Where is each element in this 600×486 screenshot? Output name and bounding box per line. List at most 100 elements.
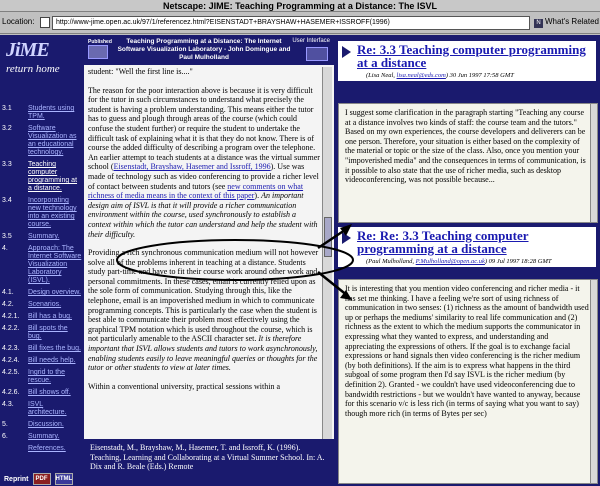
toc-item[interactable]: 4.3. ISVL architecture. — [2, 401, 84, 417]
toc-number: 3.1 — [2, 105, 12, 112]
toc-number: 4.2.1. — [2, 313, 20, 320]
toc-item[interactable]: References. — [2, 445, 84, 453]
toc-link[interactable]: Teaching computer programming at a dista… — [28, 161, 82, 193]
article-title: Teaching Programming at a Distance: The … — [117, 38, 291, 61]
comments-frame: Re: 3.3 Teaching computer programming at… — [334, 35, 600, 486]
comment-title-link[interactable]: Re: Re: 3.3 Teaching computer programmin… — [357, 229, 592, 255]
toc-link[interactable]: Design overview. — [28, 289, 82, 297]
toc-number: 3.4 — [2, 197, 12, 204]
paragraph: The reason for the poor interaction abov… — [88, 85, 320, 239]
reprint-label: Reprint — [4, 475, 29, 483]
window-title: Netscape: JIME: Teaching Programming at … — [0, 0, 600, 12]
toc-link[interactable]: Bill fixes the bug. — [28, 345, 82, 353]
toc-link[interactable]: Ingrid to the rescue. — [28, 369, 82, 385]
toc-number: 3.2 — [2, 125, 12, 132]
toc-link[interactable]: Bill spots the bug. — [28, 325, 82, 341]
pdf-icon[interactable]: PDF — [32, 473, 51, 485]
toc-number: 4.1. — [2, 289, 14, 296]
toc-number: 4. — [2, 245, 8, 252]
toc-item[interactable]: 4.2.5. Ingrid to the rescue. — [2, 369, 84, 385]
toc-link[interactable]: Software Visualization as an educational… — [28, 125, 82, 157]
comment-meta: (Lisa Neal, lisa.neal@eds.com) 30 Jun 19… — [366, 72, 514, 79]
toc-number: 4.2.5. — [2, 369, 20, 376]
arrow-icon — [342, 46, 351, 58]
comment-header: Re: Re: 3.3 Teaching computer programmin… — [338, 227, 596, 267]
url-input[interactable]: http://www-jime.open.ac.uk/97/1/referenc… — [52, 16, 530, 30]
toc-item[interactable]: 4.2.4. Bill needs help. — [2, 357, 84, 365]
toc-item[interactable]: 4.2. Scenarios. — [2, 301, 84, 309]
toc-number: 4.3. — [2, 401, 14, 408]
scroll-thumb[interactable] — [324, 217, 332, 257]
toc-item[interactable]: 4.2.2. Bill spots the bug. — [2, 325, 84, 341]
toc-number: 4.2.6. — [2, 389, 20, 396]
toc-item[interactable]: 3.4 Incorporating new technology into an … — [2, 197, 84, 229]
toc-link[interactable]: Discussion. — [28, 421, 82, 429]
toc-number: 3.3 — [2, 161, 12, 168]
toc-number: 6. — [2, 433, 8, 440]
toc-link[interactable]: Bill needs help. — [28, 357, 82, 365]
html-icon[interactable]: HTML — [54, 473, 73, 485]
comment-body: I suggest some clarification in the para… — [338, 103, 596, 223]
toc-item[interactable]: 4.2.3. Bill fixes the bug. — [2, 345, 84, 353]
toc-number: 4.2.2. — [2, 325, 20, 332]
reference-popup: Eisenstadt, M., Brayshaw, M., Hasemer, T… — [84, 439, 334, 486]
toc-number — [2, 445, 28, 453]
toc-number: 4.2. — [2, 301, 14, 308]
author-email-link[interactable]: P.Mulholland@open.ac.uk — [416, 258, 485, 265]
toc-link[interactable]: Summary. — [28, 433, 82, 441]
user-interface-icon[interactable] — [306, 47, 328, 61]
location-bar: Location: http://www-jime.open.ac.uk/97/… — [0, 12, 600, 34]
arrow-icon — [342, 232, 351, 244]
published-badge-icon[interactable] — [88, 45, 108, 59]
toc-link[interactable]: Incorporating new technology into an exi… — [28, 197, 82, 229]
article-frame: Published Teaching Programming at a Dist… — [84, 35, 334, 486]
toc-item[interactable]: 4. Approach: The Internet Software Visual… — [2, 245, 84, 285]
citation-link[interactable]: Eisenstadt, Brayshaw, Hasemer and Issrof… — [114, 162, 271, 171]
toc-link[interactable]: References. — [28, 445, 82, 453]
reprint-bar: Reprint PDF HTML — [4, 473, 73, 485]
toc-link[interactable]: Approach: The Internet Software Visualiz… — [28, 245, 82, 285]
comment-meta: (Paul Mulholland, P.Mulholland@open.ac.u… — [366, 258, 552, 265]
toc-link[interactable]: ISVL architecture. — [28, 401, 82, 417]
toc-item[interactable]: 3.2 Software Visualization as an educatio… — [2, 125, 84, 157]
toc-link[interactable]: Students using TPM. — [28, 105, 82, 121]
toc-item[interactable]: 4.2.6. Bill shows off. — [2, 389, 84, 397]
toc-number: 3.5 — [2, 233, 12, 240]
jime-logo[interactable]: JiME — [6, 39, 50, 62]
comment-scrollbar[interactable] — [590, 103, 598, 223]
user-interface-label: User Interface — [292, 38, 330, 44]
nav-frame: JiME return home 3.1 Students using TPM. 3… — [0, 35, 84, 486]
whats-related-button[interactable]: N What's Related — [534, 17, 599, 28]
toc-item[interactable]: 5. Discussion. — [2, 421, 84, 429]
quote-line: student: "Well the first line is...." — [88, 67, 193, 76]
article-header: Published Teaching Programming at a Dist… — [84, 35, 334, 65]
comment-header: Re: 3.3 Teaching computer programming at… — [338, 41, 596, 81]
comment-scrollbar[interactable] — [590, 279, 598, 484]
toc-item[interactable]: 4.2.1. Bill has a bug. — [2, 313, 84, 321]
toc-list: 3.1 Students using TPM. 3.2 Software Visual… — [2, 105, 84, 457]
article-scrollbar[interactable] — [322, 67, 332, 439]
toc-item[interactable]: 4.1. Design overview. — [2, 289, 84, 297]
page-proxy-icon[interactable] — [40, 17, 50, 28]
toc-link[interactable]: Bill has a bug. — [28, 313, 82, 321]
toc-number: 4.2.3. — [2, 345, 20, 352]
related-icon: N — [534, 19, 543, 28]
toc-link[interactable]: Scenarios. — [28, 301, 82, 309]
whats-related-label: What's Related — [545, 17, 599, 26]
comment-body: It is interesting that you mention video… — [338, 279, 596, 484]
author-email-link[interactable]: lisa.neal@eds.com — [397, 72, 446, 79]
paragraph: Within a conventional university, practi… — [88, 381, 281, 391]
paragraph: Providing a rich synchronous communicati… — [88, 248, 319, 373]
article-body: student: "Well the first line is...." Th… — [88, 67, 320, 437]
toc-link[interactable]: Bill shows off. — [28, 389, 82, 397]
toc-item[interactable]: 3.1 Students using TPM. — [2, 105, 84, 121]
toc-item[interactable]: 3.5 Summary. — [2, 233, 84, 241]
toc-item[interactable]: 6. Summary. — [2, 433, 84, 441]
toc-link[interactable]: Summary. — [28, 233, 82, 241]
toc-number: 5. — [2, 421, 8, 428]
comment-title-link[interactable]: Re: 3.3 Teaching computer programming at… — [357, 43, 592, 69]
location-label: Location: — [2, 17, 35, 26]
toc-item[interactable]: 3.3 Teaching computer programming at a di… — [2, 161, 84, 193]
toc-number: 4.2.4. — [2, 357, 20, 364]
return-home-link[interactable]: return home — [6, 63, 60, 75]
